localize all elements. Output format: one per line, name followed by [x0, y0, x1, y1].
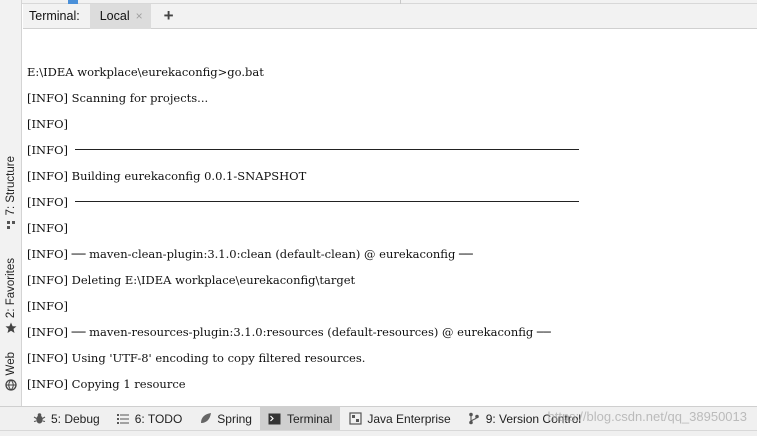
terminal-line: [INFO] Using 'UTF-8' encoding to copy fi… — [27, 351, 366, 365]
tab-local-label: Local — [99, 9, 130, 23]
structure-label: 7: Structure — [5, 156, 17, 216]
leaf-icon — [198, 412, 212, 426]
todo-tool-button[interactable]: 6: TODO — [108, 407, 191, 431]
terminal-line: E:\IDEA workplace\eurekaconfig>go.bat — [27, 65, 264, 79]
branch-icon — [467, 412, 481, 426]
terminal-header: Terminal: Local × + — [23, 3, 757, 29]
favorites-tool-button[interactable]: 2: Favorites — [2, 258, 20, 334]
web-label: Web — [5, 352, 17, 376]
terminal-output[interactable]: E:\IDEA workplace\eurekaconfig>go.bat [I… — [23, 30, 757, 406]
terminal-line: [INFO] Copying 1 resource — [27, 377, 186, 391]
spring-tool-button[interactable]: Spring — [190, 407, 260, 431]
terminal-tool-button[interactable]: Terminal — [259, 406, 341, 431]
separator-rule — [75, 201, 579, 202]
terminal-line: [INFO] Deleting E:\IDEA workplace\eureka… — [27, 273, 356, 287]
tab-local[interactable]: Local × — [89, 3, 151, 29]
debug-tool-button[interactable]: 5: Debug — [24, 407, 108, 431]
debug-label: 5: Debug — [51, 411, 100, 426]
java-enterprise-label: Java Enterprise — [367, 411, 451, 426]
watermark: https://blog.csdn.net/qq_38950013 — [547, 409, 748, 424]
star-icon — [5, 322, 17, 334]
todo-label: 6: TODO — [134, 411, 183, 426]
favorites-label: 2: Favorites — [5, 258, 17, 319]
terminal-line: [INFO] — [27, 117, 68, 131]
java-enterprise-icon — [348, 412, 362, 426]
bug-icon — [32, 412, 46, 426]
new-session-button[interactable]: + — [161, 6, 177, 25]
terminal-icon — [268, 412, 282, 426]
terminal-line: [INFO] Scanning for projects... — [27, 91, 209, 105]
left-tool-strip: 7: Structure 2: Favorites Web — [0, 0, 22, 406]
terminal-line: [INFO] — [27, 143, 68, 157]
separator-rule — [75, 149, 579, 150]
terminal-line: [INFO] — [27, 195, 68, 209]
terminal-line: [INFO] Building eurekaconfig 0.0.1-SNAPS… — [27, 169, 307, 183]
list-icon — [116, 412, 130, 426]
status-bar — [0, 430, 757, 436]
globe-icon — [5, 379, 17, 392]
java-enterprise-tool-button[interactable]: Java Enterprise — [340, 407, 458, 431]
structure-tool-button[interactable]: 7: Structure — [2, 156, 20, 231]
spring-label: Spring — [217, 411, 252, 426]
terminal-line: [INFO] ── maven-resources-plugin:3.1.0:r… — [27, 325, 551, 339]
terminal-title: Terminal: — [29, 9, 80, 23]
terminal-label: Terminal — [286, 411, 333, 426]
terminal-line: [INFO] ── maven-clean-plugin:3.1.0:clean… — [27, 247, 473, 261]
structure-icon — [5, 219, 17, 231]
close-icon[interactable]: × — [136, 9, 143, 23]
web-tool-button[interactable]: Web — [2, 352, 20, 392]
terminal-line: [INFO] — [27, 221, 68, 235]
terminal-line: [INFO] — [27, 299, 68, 313]
